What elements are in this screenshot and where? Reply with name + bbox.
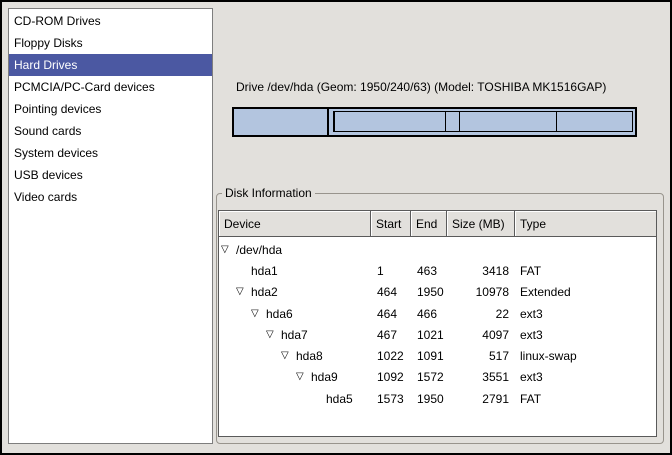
end-cell: 1950 <box>411 285 447 299</box>
table-body: ▽/dev/hdahda114633418FAT▽hda246419501097… <box>219 237 656 409</box>
device-name-label: hda5 <box>326 392 353 406</box>
disk-information-group: Disk Information DeviceStartEndSize (MB)… <box>216 193 664 444</box>
end-cell: 1950 <box>411 392 447 406</box>
device-name-label: hda2 <box>251 285 278 299</box>
type-cell: FAT <box>515 264 656 278</box>
hardware-browser-window: CD-ROM DrivesFloppy DisksHard DrivesPCMC… <box>0 0 672 455</box>
sidebar-item-cd-rom-drives[interactable]: CD-ROM Drives <box>9 10 212 32</box>
device-cell: ▽ hda7 <box>219 324 371 345</box>
end-cell: 1091 <box>411 349 447 363</box>
start-cell: 1022 <box>371 349 411 363</box>
column-header-size-mb[interactable]: Size (MB) <box>447 211 515 237</box>
size-cell: 10978 <box>447 285 515 299</box>
device-cell: hda5 <box>219 388 371 409</box>
partition-bar <box>232 107 637 137</box>
drive-info-label: Drive /dev/hda (Geom: 1950/240/63) (Mode… <box>236 80 606 94</box>
table-row-hda7[interactable]: ▽ hda7 46710214097ext3 <box>219 324 656 345</box>
expander-icon[interactable]: ▽ <box>251 309 259 319</box>
start-cell: 464 <box>371 307 411 321</box>
table-row-hda2[interactable]: ▽ hda2 464195010978Extended <box>219 282 656 303</box>
device-name-label: /dev/hda <box>236 243 282 257</box>
partition-segment-hda5 <box>557 112 633 131</box>
table-header-row: DeviceStartEndSize (MB)Type <box>219 211 656 237</box>
partition-segment-hda7 <box>335 112 446 131</box>
sidebar-item-pcmcia-pc-card-devices[interactable]: PCMCIA/PC-Card devices <box>9 76 212 98</box>
expander-icon[interactable]: ▽ <box>236 287 244 297</box>
end-cell: 1021 <box>411 328 447 342</box>
device-cell: ▽ hda9 <box>219 367 371 388</box>
partition-segment-hda9 <box>460 112 556 131</box>
table-row-hda6[interactable]: ▽ hda6 46446622ext3 <box>219 303 656 324</box>
size-cell: 3418 <box>447 264 515 278</box>
partition-segment-hda8 <box>446 112 460 131</box>
table-row-dev-hda[interactable]: ▽ /dev/hda <box>219 239 656 260</box>
end-cell: 466 <box>411 307 447 321</box>
sidebar-item-pointing-devices[interactable]: Pointing devices <box>9 98 212 120</box>
size-cell: 4097 <box>447 328 515 342</box>
column-header-device[interactable]: Device <box>219 211 371 237</box>
start-cell: 464 <box>371 285 411 299</box>
sidebar-item-usb-devices[interactable]: USB devices <box>9 164 212 186</box>
size-cell: 3551 <box>447 370 515 384</box>
start-cell: 1 <box>371 264 411 278</box>
device-cell: ▽ hda2 <box>219 282 371 303</box>
start-cell: 1092 <box>371 370 411 384</box>
table-row-hda9[interactable]: ▽ hda9 109215723551ext3 <box>219 367 656 388</box>
sidebar-item-hard-drives[interactable]: Hard Drives <box>9 54 212 76</box>
column-header-type[interactable]: Type <box>515 211 656 237</box>
device-name-label: hda9 <box>311 370 338 384</box>
size-cell: 2791 <box>447 392 515 406</box>
start-cell: 1573 <box>371 392 411 406</box>
start-cell: 467 <box>371 328 411 342</box>
device-cell: ▽ hda8 <box>219 345 371 366</box>
type-cell: linux-swap <box>515 349 656 363</box>
disk-information-title: Disk Information <box>222 186 315 200</box>
expander-icon[interactable]: ▽ <box>221 245 229 255</box>
expander-icon[interactable]: ▽ <box>296 372 304 382</box>
device-cell: hda1 <box>219 260 371 281</box>
partition-segment-primary <box>234 109 329 135</box>
device-name-label: hda1 <box>251 264 278 278</box>
expander-icon[interactable]: ▽ <box>266 330 274 340</box>
partition-extended-box <box>333 111 633 132</box>
device-category-list: CD-ROM DrivesFloppy DisksHard DrivesPCMC… <box>8 8 213 444</box>
device-name-label: hda7 <box>281 328 308 342</box>
size-cell: 22 <box>447 307 515 321</box>
sidebar-item-floppy-disks[interactable]: Floppy Disks <box>9 32 212 54</box>
table-row-hda1[interactable]: hda1 14633418FAT <box>219 260 656 281</box>
device-cell: ▽ /dev/hda <box>219 239 371 260</box>
type-cell: ext3 <box>515 370 656 384</box>
table-row-hda8[interactable]: ▽ hda8 10221091517linux-swap <box>219 345 656 366</box>
type-cell: ext3 <box>515 328 656 342</box>
sidebar-item-video-cards[interactable]: Video cards <box>9 186 212 208</box>
end-cell: 463 <box>411 264 447 278</box>
end-cell: 1572 <box>411 370 447 384</box>
type-cell: Extended <box>515 285 656 299</box>
column-header-end[interactable]: End <box>411 211 447 237</box>
device-name-label: hda8 <box>296 349 323 363</box>
type-cell: ext3 <box>515 307 656 321</box>
type-cell: FAT <box>515 392 656 406</box>
column-header-start[interactable]: Start <box>371 211 411 237</box>
size-cell: 517 <box>447 349 515 363</box>
device-cell: ▽ hda6 <box>219 303 371 324</box>
device-name-label: hda6 <box>266 307 293 321</box>
expander-icon[interactable]: ▽ <box>281 351 289 361</box>
sidebar-item-system-devices[interactable]: System devices <box>9 142 212 164</box>
table-row-hda5[interactable]: hda5 157319502791FAT <box>219 388 656 409</box>
disk-information-table: DeviceStartEndSize (MB)Type ▽ /dev/hda hda… <box>218 210 657 437</box>
sidebar-item-sound-cards[interactable]: Sound cards <box>9 120 212 142</box>
